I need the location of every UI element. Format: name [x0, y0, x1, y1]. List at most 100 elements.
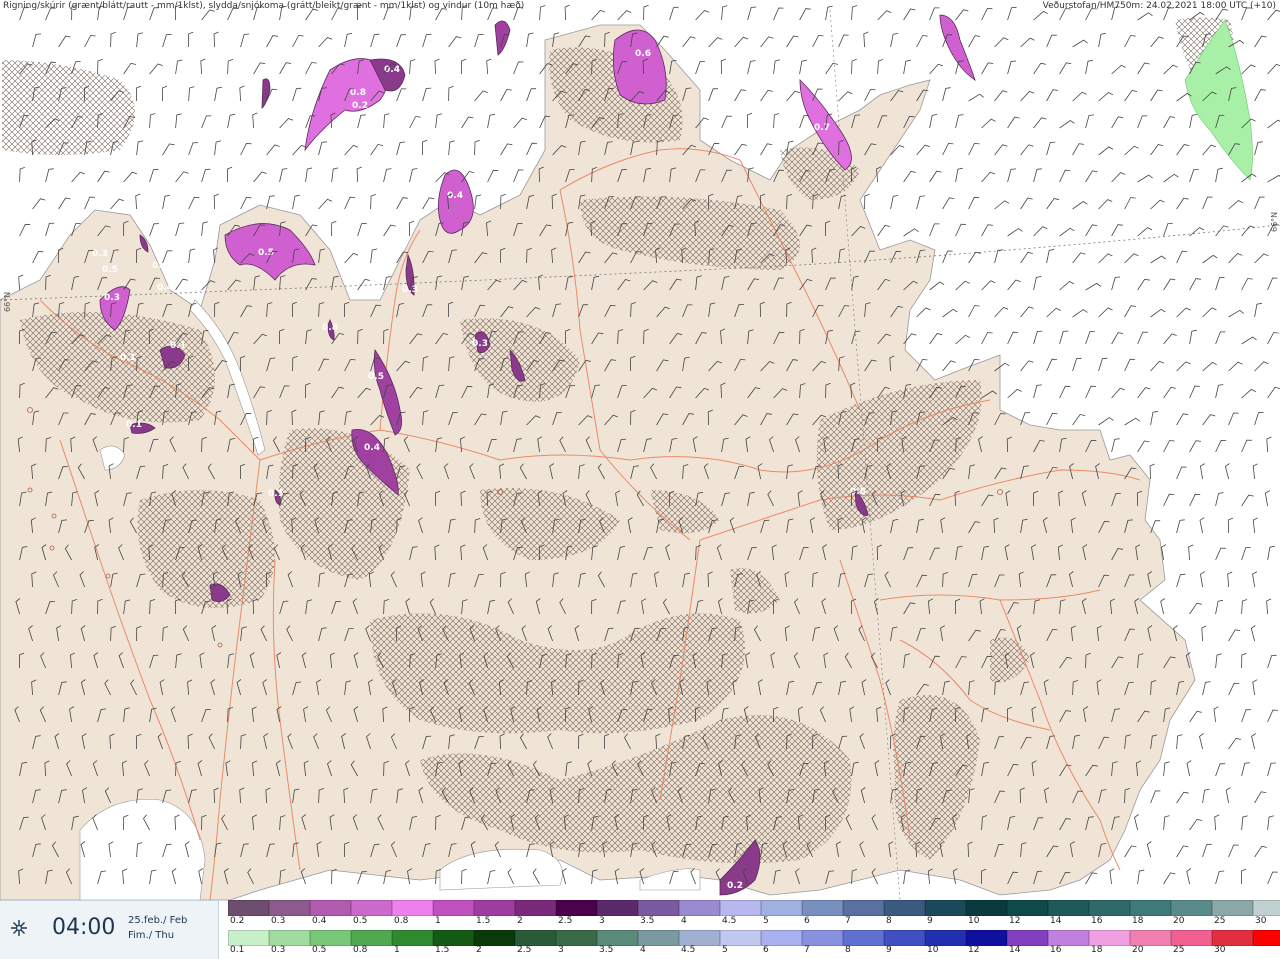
snow-swatch [556, 900, 597, 916]
snow-scale-label: 4 [681, 916, 687, 926]
rain-scale-label: 0.1 [230, 945, 245, 955]
rain-swatch [228, 930, 269, 946]
precip-value: 0.3 [92, 249, 108, 259]
rain-swatch [966, 930, 1007, 946]
rain-scale-label: 0.5 [312, 945, 327, 955]
rain-scale-label: 9 [886, 945, 892, 955]
map-caption: Rigning/skúrir (grænt/blátt/rautt - mm/1… [3, 1, 525, 11]
snow-swatch [269, 900, 310, 916]
rain-scale-label: 30 [1214, 945, 1226, 955]
snow-scale-label: 5 [763, 916, 769, 926]
rain-swatch [474, 930, 515, 946]
rain-swatch [556, 930, 597, 946]
snow-scale-label: 3 [599, 916, 605, 926]
snow-scale-label: 12 [1009, 916, 1021, 926]
snow-scale-label: 0.2 [230, 916, 245, 926]
forecast-weekday: Fim./ Thu [128, 930, 175, 941]
forecast-time-panel: 04:00 25.feb./ Feb Fim./ Thu [0, 900, 219, 959]
snow-scale-labels: 0.2 0.3 0.4 0.5 0.8 1 1.5 2 2.5 3 3.5 4 4.5 5 6 7 8 9 10 12… [228, 916, 1280, 928]
rain-swatch [392, 930, 433, 946]
snow-swatch [433, 900, 474, 916]
snow-swatch [1212, 900, 1253, 916]
snow-swatch [1048, 900, 1089, 916]
snow-swatch [597, 900, 638, 916]
snow-scale-label: 6 [804, 916, 810, 926]
rain-scale-label: 2.5 [517, 945, 532, 955]
precip-value: 0.1 [170, 341, 186, 351]
rain-swatch [638, 930, 679, 946]
snow-scale-label: 8 [886, 916, 892, 926]
precip-value: 0.6 [635, 49, 651, 59]
rain-scale-label: 18 [1091, 945, 1103, 955]
precip-value: 0.1 [268, 489, 284, 499]
rain-swatch [597, 930, 638, 946]
snow-swatch [228, 900, 269, 916]
snow-swatch [392, 900, 433, 916]
rain-swatch [720, 930, 761, 946]
snow-swatch [843, 900, 884, 916]
precip-value: 0.4 [157, 283, 173, 293]
snow-scale-label: 0.8 [394, 916, 409, 926]
snow-scale-label: 2 [517, 916, 523, 926]
forecast-date: 25.feb./ Feb [128, 915, 188, 926]
snow-scale-label: 0.3 [271, 916, 286, 926]
rain-swatch [1048, 930, 1089, 946]
rain-scale-label: 5 [722, 945, 728, 955]
precip-value: 0.5 [368, 372, 384, 382]
snow-scale-label: 1.5 [476, 916, 491, 926]
rain-scale-label: 3 [558, 945, 564, 955]
snow-scale-label: 16 [1091, 916, 1103, 926]
rain-swatch [679, 930, 720, 946]
snow-swatch [1089, 900, 1130, 916]
snow-scale-label: 7 [845, 916, 851, 926]
precip-value: 0.5 [102, 265, 118, 275]
snow-scale-label: 10 [968, 916, 980, 926]
snow-swatch [1130, 900, 1171, 916]
snow-scale-label: 3.5 [640, 916, 655, 926]
snow-swatch [925, 900, 966, 916]
rain-swatch [433, 930, 474, 946]
precip-value: 0.8 [322, 323, 338, 333]
latitude-label-left: 66°N [3, 291, 12, 312]
rain-swatch [310, 930, 351, 946]
snow-swatch [474, 900, 515, 916]
forecast-time: 04:00 [52, 915, 116, 940]
rain-scale-label: 25 [1173, 945, 1185, 955]
precip-value: 0.7 [814, 123, 830, 133]
snow-scale-label: 18 [1132, 916, 1144, 926]
rain-swatch [925, 930, 966, 946]
precip-value: 0.6 [152, 261, 168, 271]
rain-swatch [269, 930, 310, 946]
latitude-label-right: 66°N [1270, 211, 1279, 232]
rain-swatch [515, 930, 556, 946]
snow-scale-label: 25 [1214, 916, 1226, 926]
rain-scale-label: 8 [845, 945, 851, 955]
snow-swatch [638, 900, 679, 916]
precip-legend: 0.2 0.3 0.4 0.5 0.8 1 1.5 2 2.5 3 3.5 4 4.5 5 6 7 8 9 10 12… [228, 900, 1280, 958]
snow-swatch [761, 900, 802, 916]
rain-swatch [1007, 930, 1048, 946]
rain-scale-label: 6 [763, 945, 769, 955]
rain-swatch [761, 930, 802, 946]
snow-scale-label: 2.5 [558, 916, 573, 926]
snow-swatch [679, 900, 720, 916]
weather-map: 0.80.20.40.60.70.30.50.80.60.40.40.50.30… [0, 0, 1280, 958]
snow-scale-label: 20 [1173, 916, 1185, 926]
snow-scale-label: 14 [1050, 916, 1062, 926]
precip-value: 0.4 [364, 443, 380, 453]
snow-scale-label: 4.5 [722, 916, 737, 926]
snow-swatch [720, 900, 761, 916]
rain-swatch [351, 930, 392, 946]
snow-scale-label: 9 [927, 916, 933, 926]
rain-swatch [1171, 930, 1212, 946]
rain-swatch [1212, 930, 1253, 946]
rain-scale-label: 0.8 [353, 945, 368, 955]
precip-value: 0.8 [350, 88, 366, 98]
glacier-1 [79, 799, 206, 901]
precip-value: 0.1 [120, 353, 136, 363]
rain-scale-label: 4 [640, 945, 646, 955]
snow-scale-label: 0.5 [353, 916, 368, 926]
rain-scale-label: 16 [1050, 945, 1062, 955]
snow-swatch [515, 900, 556, 916]
snow-scale-label: 30 [1255, 916, 1267, 926]
